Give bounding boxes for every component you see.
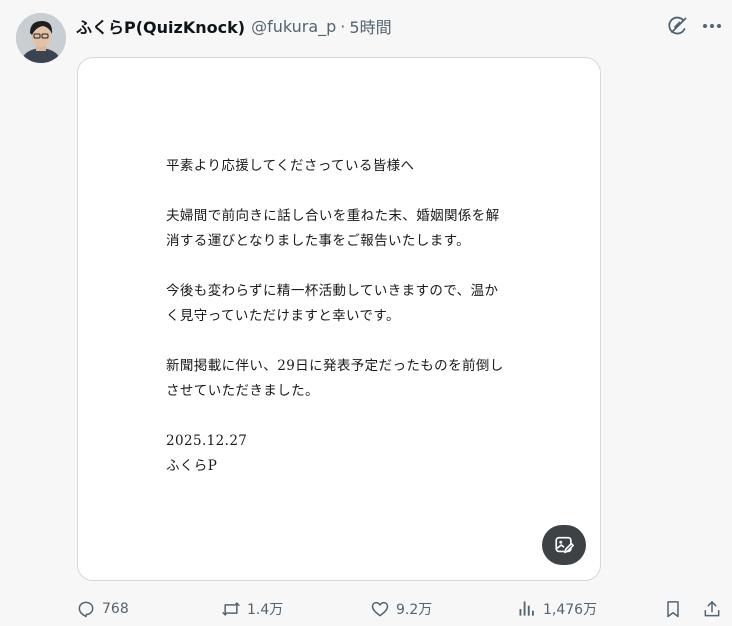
letter-line: 新聞掲載に伴い、29日に発表予定だったものを前倒し [166, 358, 504, 374]
letter-gap [166, 179, 526, 204]
post-header: ふくらP(QuizKnock) @fukura_p · 5時間 [76, 14, 392, 38]
reply-button[interactable]: 768 [76, 596, 129, 622]
avatar[interactable] [16, 13, 66, 63]
reply-count: 768 [102, 601, 129, 617]
share-icon [704, 601, 720, 617]
letter-line: 消する運びとなりました事をご報告いたします。 [166, 233, 471, 249]
repost-icon [222, 602, 240, 616]
like-button[interactable]: 9.2万 [370, 596, 432, 622]
post-image[interactable]: 平素より応援してくださっている皆様へ 夫婦間で前向きに話し合いを重ねた末、婚姻関… [77, 57, 601, 581]
bookmark-icon [667, 601, 679, 618]
view-count: 1,476万 [543, 602, 598, 618]
repost-button[interactable]: 1.4万 [221, 596, 283, 622]
letter-text: 平素より応援してくださっている皆様へ 夫婦間で前向きに話し合いを重ねた末、婚姻関… [166, 154, 526, 479]
letter-gap [166, 254, 526, 279]
display-name[interactable]: ふくらP(QuizKnock) [76, 14, 245, 38]
letter-line: 今後も変わらずに精一杯活動していきますので、温か [166, 283, 499, 299]
views-icon [519, 601, 534, 616]
letter-line: く見守っていただけますと幸いです。 [166, 308, 400, 324]
share-button[interactable] [702, 596, 722, 622]
letter-line: 平素より応援してくださっている皆様へ [166, 158, 415, 174]
image-edit-icon [555, 536, 574, 554]
letter-line: 夫婦間で前向きに話し合いを重ねた末、婚姻関係を解 [166, 208, 500, 224]
letter-gap [166, 404, 526, 429]
edit-image-button[interactable] [542, 525, 586, 565]
repost-count: 1.4万 [247, 602, 284, 618]
letter-date: 2025.12.27 [166, 433, 248, 449]
letter-gap [166, 329, 526, 354]
action-bar: 768 1.4万 9.2万 1,476万 [0, 596, 732, 622]
views-button[interactable]: 1,476万 [517, 596, 597, 622]
more-icon[interactable] [700, 14, 724, 38]
post-time[interactable]: 5時間 [349, 14, 391, 38]
like-count: 9.2万 [396, 602, 433, 618]
letter-line: させていただきました。 [166, 383, 319, 399]
avatar-image [16, 13, 66, 63]
reply-icon [78, 601, 94, 618]
bookmark-button[interactable] [663, 596, 683, 622]
letter-signature: ふくらP [166, 458, 218, 474]
separator-dot: · [340, 16, 346, 36]
user-handle[interactable]: @fukura_p [251, 17, 336, 36]
heart-icon [371, 601, 389, 617]
grok-icon[interactable] [666, 14, 690, 38]
